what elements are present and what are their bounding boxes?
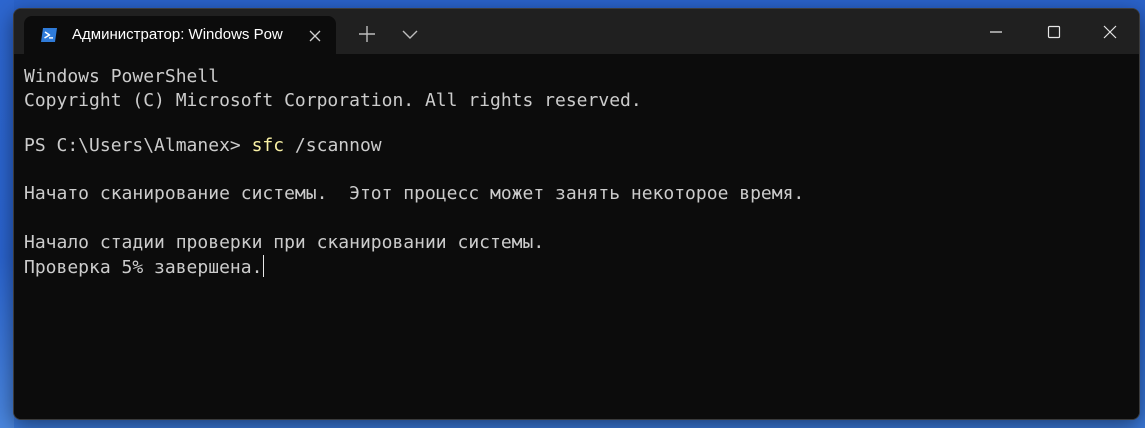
- copyright-line: Copyright (C) Microsoft Corporation. All…: [24, 90, 642, 111]
- text-cursor: [263, 255, 265, 277]
- plus-icon[interactable]: [356, 23, 378, 45]
- minimize-button[interactable]: [967, 9, 1025, 54]
- close-icon[interactable]: [308, 28, 322, 42]
- tab-title: Администратор: Windows Pow: [72, 26, 283, 43]
- close-window-button[interactable]: [1081, 9, 1139, 54]
- powershell-icon: [40, 26, 58, 44]
- minimize-icon: [990, 31, 1002, 33]
- header-line: Windows PowerShell: [24, 66, 220, 87]
- terminal-output[interactable]: Windows PowerShell Copyright (C) Microso…: [14, 54, 1139, 419]
- desktop-background: [0, 0, 14, 428]
- chevron-down-icon[interactable]: [399, 23, 421, 45]
- maximize-icon: [1047, 25, 1061, 39]
- command-name: sfc: [251, 135, 285, 156]
- close-icon: [1103, 25, 1117, 39]
- prompt-line: PS C:\Users\Almanex> sfc /scannow: [24, 134, 382, 158]
- maximize-button[interactable]: [1025, 9, 1083, 54]
- terminal-window: Администратор: Windows Pow Windows Power…: [13, 8, 1140, 420]
- output-line: Начато сканирование системы. Этот процес…: [24, 183, 805, 204]
- output-line: Начало стадии проверки при сканировании …: [24, 232, 545, 253]
- prompt: PS C:\Users\Almanex>: [24, 135, 252, 156]
- tab-powershell[interactable]: Администратор: Windows Pow: [24, 16, 336, 54]
- progress-line: Проверка 5% завершена.: [24, 255, 265, 279]
- title-bar[interactable]: Администратор: Windows Pow: [14, 9, 1139, 54]
- command-args: /scannow: [284, 135, 382, 156]
- progress-text: Проверка 5% завершена.: [24, 257, 263, 278]
